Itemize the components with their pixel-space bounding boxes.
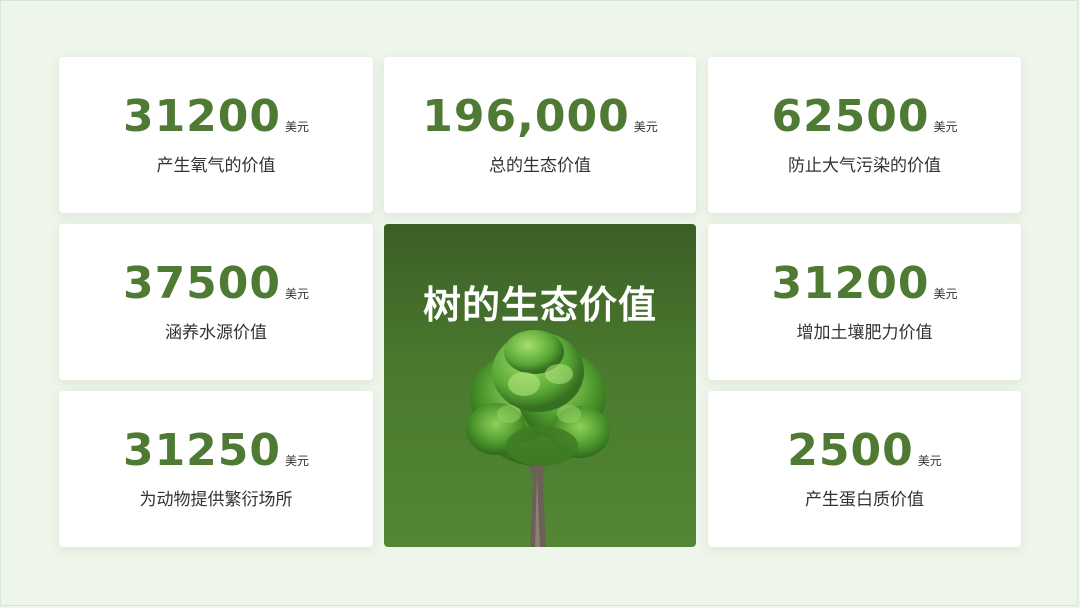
value-label: 增加土壤肥力价值 <box>796 322 933 343</box>
value-label: 为动物提供繁衍场所 <box>139 489 293 510</box>
value-number: 37500 <box>122 257 282 309</box>
center-title: 树的生态价值 <box>422 283 657 327</box>
value-number: 2500 <box>787 424 914 476</box>
value-unit: 美元 <box>917 453 942 468</box>
value-number: 31200 <box>771 257 930 309</box>
value-unit: 美元 <box>933 119 958 134</box>
value-card-protein: 2500 美元 产生蛋白质价值 <box>708 391 1021 547</box>
value-number: 31200 <box>122 90 282 142</box>
value-card-total: 196,000 美元 总的生态价值 <box>384 57 696 213</box>
value-label: 产生氧气的价值 <box>156 155 276 176</box>
value-row: 31200 美元 <box>771 257 958 309</box>
value-label: 防止大气污染的价值 <box>788 155 941 176</box>
value-number: 196,000 <box>422 90 630 142</box>
value-card-habitat: 31250 美元 为动物提供繁衍场所 <box>59 391 373 547</box>
value-label: 总的生态价值 <box>489 155 591 176</box>
value-card-oxygen: 31200 美元 产生氧气的价值 <box>59 57 373 213</box>
value-card-water: 37500 美元 涵养水源价值 <box>59 224 373 380</box>
value-label: 涵养水源价值 <box>165 322 267 343</box>
value-unit: 美元 <box>285 453 310 468</box>
value-unit: 美元 <box>633 119 658 134</box>
value-row: 2500 美元 <box>787 424 942 476</box>
value-unit: 美元 <box>285 286 310 301</box>
value-card-soil: 31200 美元 增加土壤肥力价值 <box>708 224 1021 380</box>
center-panel: 树的生态价值 <box>384 224 696 547</box>
value-number: 31250 <box>122 424 282 476</box>
value-row: 37500 美元 <box>122 257 310 309</box>
value-card-air-pollution: 62500 美元 防止大气污染的价值 <box>708 57 1021 213</box>
tree-icon <box>466 330 610 547</box>
value-label: 产生蛋白质价值 <box>805 489 924 510</box>
value-row: 31250 美元 <box>122 424 310 476</box>
value-unit: 美元 <box>285 119 310 134</box>
value-row: 62500 美元 <box>771 90 958 142</box>
value-row: 31200 美元 <box>122 90 310 142</box>
value-unit: 美元 <box>933 286 958 301</box>
value-number: 62500 <box>771 90 930 142</box>
value-row: 196,000 美元 <box>422 90 658 142</box>
